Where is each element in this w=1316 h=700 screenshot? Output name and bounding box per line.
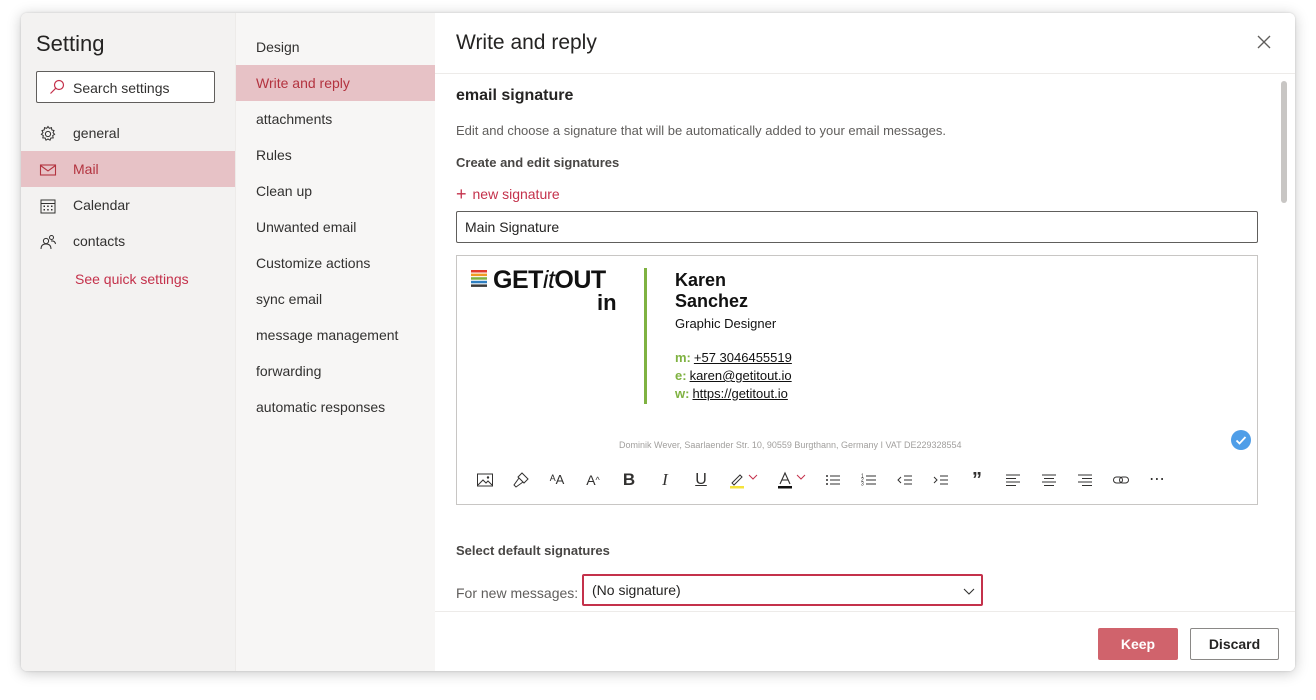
panel-title: Write and reply [456, 31, 597, 54]
insert-image-icon[interactable] [473, 468, 497, 492]
signature-email: e: karen@getitout.io [675, 368, 792, 383]
plus-icon: + [456, 184, 467, 204]
nav-item-label: Design [256, 39, 300, 55]
nav-item-rules[interactable]: Rules [236, 137, 436, 173]
search-placeholder: Search settings [73, 80, 170, 96]
see-quick-settings-link[interactable]: See quick settings [75, 271, 189, 287]
settings-dialog: Setting Search settings general Mail Cal… [21, 13, 1295, 671]
bullets-icon[interactable] [821, 468, 845, 492]
nav-item-unwanted-email[interactable]: Unwanted email [236, 209, 436, 245]
settings-sidebar: Setting Search settings general Mail Cal… [21, 13, 235, 671]
increase-indent-icon[interactable] [929, 468, 953, 492]
write-and-reply-panel: Write and reply email signature Edit and… [435, 13, 1295, 671]
svg-text:3: 3 [861, 482, 864, 488]
sidebar-item-calendar[interactable]: Calendar [21, 187, 235, 223]
nav-item-design[interactable]: Design [236, 29, 436, 65]
email-link[interactable]: karen@getitout.io [690, 368, 792, 383]
link-icon[interactable] [1109, 468, 1133, 492]
search-settings-input[interactable]: Search settings [36, 71, 215, 103]
decrease-indent-icon[interactable] [893, 468, 917, 492]
nav-item-label: sync email [256, 291, 323, 307]
scrollbar-thumb[interactable] [1281, 81, 1287, 203]
nav-item-label: Clean up [256, 183, 313, 199]
nav-item-label: Customize actions [256, 255, 371, 271]
numbering-icon[interactable]: 123 [857, 468, 881, 492]
more-options-icon[interactable]: ⋯ [1145, 468, 1169, 492]
format-painter-icon[interactable] [509, 468, 533, 492]
new-messages-signature-select[interactable]: (No signature) [582, 574, 983, 606]
nav-item-label: automatic responses [256, 399, 386, 415]
highlight-dropdown-chevron-icon[interactable] [745, 468, 761, 492]
mail-settings-nav: Design Write and reply attachments Rules… [235, 13, 436, 671]
gear-icon [39, 125, 57, 143]
phone-link[interactable]: +57 3046455519 [694, 350, 792, 365]
nav-item-attachments[interactable]: attachments [236, 101, 436, 137]
signature-role: Graphic Designer [675, 316, 777, 331]
nav-item-forwarding[interactable]: forwarding [236, 353, 436, 389]
signature-website: w: https://getitout.io [675, 386, 788, 401]
nav-item-write-and-reply[interactable]: Write and reply [236, 65, 436, 101]
mail-icon [39, 161, 57, 179]
quote-icon[interactable]: ” [965, 468, 989, 492]
discard-button[interactable]: Discard [1190, 628, 1279, 660]
logo-in-text: in [597, 290, 617, 315]
signature-name: Karen Sanchez [675, 270, 749, 311]
search-icon [49, 79, 65, 95]
bold-icon[interactable]: B [617, 468, 641, 492]
company-logo: GETitOUT in [469, 266, 624, 318]
section-title: email signature [456, 87, 574, 104]
align-left-icon[interactable] [1001, 468, 1025, 492]
create-edit-heading: Create and edit signatures [456, 155, 620, 170]
nav-item-label: Rules [256, 147, 292, 163]
action-bar: Keep Discard [435, 611, 1295, 671]
nav-item-customize-actions[interactable]: Customize actions [236, 245, 436, 281]
signature-name-input[interactable] [456, 211, 1258, 243]
font-color-dropdown-chevron-icon[interactable] [793, 468, 809, 492]
nav-item-sync-email[interactable]: sync email [236, 281, 436, 317]
nav-item-label: attachments [256, 111, 333, 127]
selected-signature-value: (No signature) [592, 582, 681, 598]
chevron-down-icon [962, 584, 976, 598]
sidebar-item-mail[interactable]: Mail [21, 151, 235, 187]
nav-item-label: forwarding [256, 363, 322, 379]
italic-icon[interactable]: I [653, 468, 677, 492]
new-signature-label: new signature [472, 186, 560, 202]
new-messages-label: For new messages: [456, 585, 579, 601]
nav-item-label: message management [256, 327, 399, 343]
font-size-icon[interactable]: ᴬA [545, 468, 569, 492]
signature-editor[interactable]: GETitOUT in Karen Sanchez Graphic Design… [456, 255, 1258, 505]
sidebar-item-label: general [73, 125, 120, 141]
logo-wordmark: GETitOUT [493, 266, 606, 294]
sidebar-item-general[interactable]: general [21, 115, 235, 151]
default-signatures-heading: Select default signatures [456, 543, 610, 558]
section-description: Edit and choose a signature that will be… [456, 123, 946, 138]
sidebar-item-label: Mail [73, 161, 99, 177]
signature-footer: Dominik Wever, Saarlaender Str. 10, 9055… [619, 440, 962, 450]
sidebar-item-label: Calendar [73, 197, 130, 213]
signature-divider [644, 268, 647, 404]
keep-button[interactable]: Keep [1098, 628, 1178, 660]
website-link[interactable]: https://getitout.io [692, 386, 787, 401]
close-icon[interactable] [1255, 33, 1273, 51]
checkmark-icon[interactable] [1231, 430, 1251, 450]
signature-phone: m: +57 3046455519 [675, 350, 792, 365]
new-signature-button[interactable]: + new signature [456, 183, 560, 204]
nav-item-label: Write and reply [256, 75, 350, 91]
align-center-icon[interactable] [1037, 468, 1061, 492]
align-right-icon[interactable] [1073, 468, 1097, 492]
calendar-icon [39, 197, 57, 215]
nav-item-clean-up[interactable]: Clean up [236, 173, 436, 209]
sidebar-item-contacts[interactable]: contacts [21, 223, 235, 259]
nav-item-label: Unwanted email [256, 219, 357, 235]
formatting-toolbar: ᴬA A^ B I U 123 ” ⋯ [467, 468, 1247, 494]
grow-font-icon[interactable]: A^ [581, 468, 605, 492]
nav-item-message-management[interactable]: message management [236, 317, 436, 353]
logo-bars-icon [471, 270, 487, 287]
underline-icon[interactable]: U [689, 468, 713, 492]
panel-header: Write and reply [435, 13, 1295, 74]
sidebar-item-label: contacts [73, 233, 126, 249]
people-icon [39, 233, 57, 251]
nav-item-automatic-responses[interactable]: automatic responses [236, 389, 436, 425]
settings-title: Setting [36, 31, 105, 56]
